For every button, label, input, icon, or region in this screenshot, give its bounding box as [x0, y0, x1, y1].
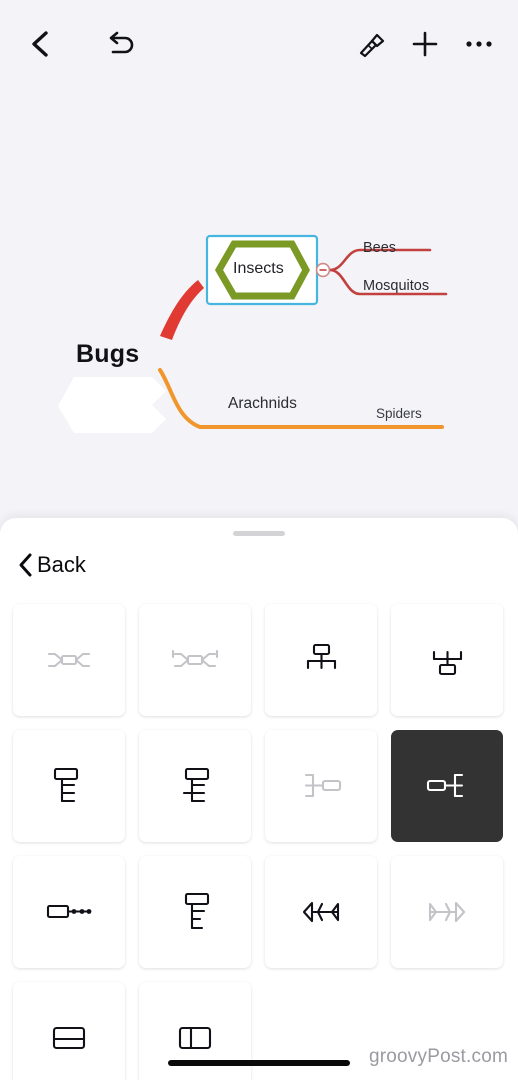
watermark: groovyPost.com: [368, 1046, 508, 1067]
branch-bugs-insects: [160, 280, 204, 340]
layout-tile-fishbone-left[interactable]: [265, 856, 377, 968]
add-node-button[interactable]: [398, 17, 452, 71]
split-horizontal-icon: [52, 1026, 86, 1050]
tree-down-icon: [184, 892, 210, 930]
layout-tile-org-chart-up[interactable]: [391, 604, 503, 716]
org-chart-down-icon: [306, 643, 337, 670]
mindmap-canvas[interactable]: Insects Bugs Bees Mosquitos Arachnids Sp…: [0, 88, 518, 518]
node-label-mosquitos[interactable]: Mosquitos: [363, 278, 429, 294]
layout-tile-grid: [13, 604, 509, 1080]
plus-icon: [412, 31, 438, 57]
layout-tile-logic-chart-right[interactable]: [391, 730, 503, 842]
timeline-icon: [46, 904, 92, 919]
layout-tile-tree-down[interactable]: [139, 856, 251, 968]
layout-tile-tree-left[interactable]: [13, 730, 125, 842]
logic-chart-right-icon: [426, 773, 464, 798]
mindmap-graphics: [58, 234, 448, 433]
layout-tile-tree-right[interactable]: [139, 730, 251, 842]
more-options-button[interactable]: [452, 17, 506, 71]
paint-roller-icon: [359, 33, 385, 58]
fishbone-right-icon: [428, 901, 466, 923]
layout-tile-balanced-map[interactable]: [13, 604, 125, 716]
tree-right-icon: [182, 767, 210, 803]
layout-tile-balanced-map-alt[interactable]: [139, 604, 251, 716]
format-painter-button[interactable]: [344, 17, 398, 71]
tree-left-icon: [53, 767, 79, 803]
back-arrow-icon: [32, 31, 48, 57]
back-button[interactable]: [14, 17, 68, 71]
more-options-icon: [466, 41, 492, 47]
top-toolbar: [0, 0, 518, 88]
node-label-insects[interactable]: Insects: [233, 260, 284, 278]
layout-tile-split-horizontal[interactable]: [13, 982, 125, 1080]
layout-tile-org-chart-down[interactable]: [265, 604, 377, 716]
sheet-back-label: Back: [37, 552, 86, 577]
node-label-bugs[interactable]: Bugs: [76, 340, 139, 369]
split-vertical-icon: [178, 1026, 212, 1050]
node-label-bees[interactable]: Bees: [363, 240, 396, 256]
app-root: Insects Bugs Bees Mosquitos Arachnids Sp…: [0, 0, 518, 1080]
layout-tile-timeline[interactable]: [13, 856, 125, 968]
sheet-back-button[interactable]: Back: [18, 552, 86, 578]
home-indicator: [168, 1060, 350, 1066]
fishbone-left-icon: [302, 901, 340, 923]
balanced-map-alt-icon: [171, 649, 219, 668]
undo-button[interactable]: [94, 17, 148, 71]
back-chevron-icon: [18, 552, 34, 578]
node-label-arachnids[interactable]: Arachnids: [228, 395, 297, 413]
undo-arrow-icon: [109, 31, 134, 54]
layout-tile-logic-chart-left[interactable]: [265, 730, 377, 842]
node-bugs-shape: [58, 377, 166, 433]
logic-chart-left-icon: [304, 773, 342, 798]
balanced-map-icon: [47, 652, 91, 668]
layout-tile-fishbone-right[interactable]: [391, 856, 503, 968]
node-label-spiders[interactable]: Spiders: [376, 406, 422, 421]
layout-picker-sheet: Back: [0, 518, 518, 1080]
sheet-drag-handle[interactable]: [233, 531, 285, 536]
org-chart-up-icon: [432, 650, 463, 676]
